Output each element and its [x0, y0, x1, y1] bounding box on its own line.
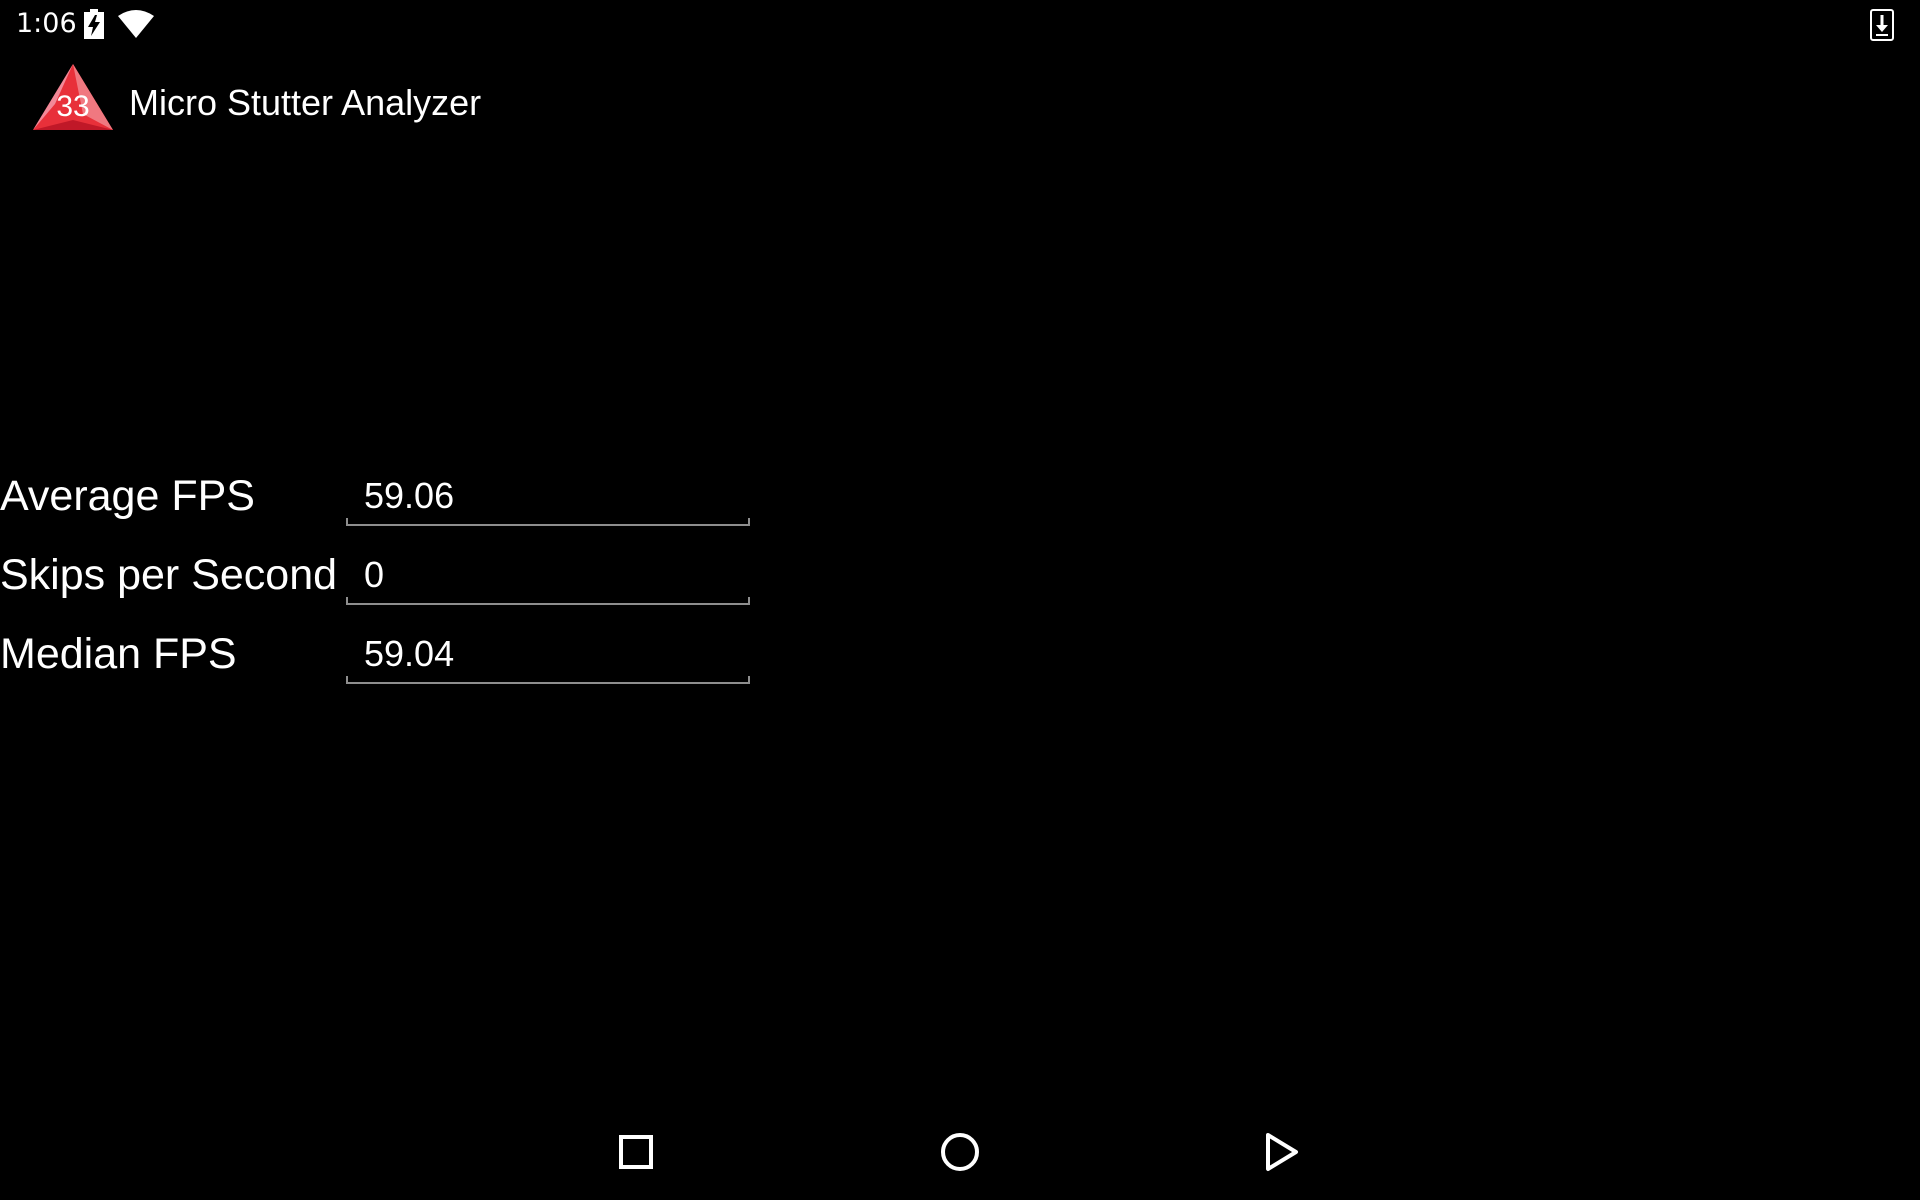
stat-value: 59.04 — [364, 633, 455, 674]
status-bar: 1:06 — [0, 0, 1920, 48]
back-button[interactable] — [1234, 1104, 1330, 1200]
skips-per-second-field[interactable]: 0 — [346, 547, 750, 605]
stat-value: 59.06 — [364, 475, 455, 516]
recents-icon — [619, 1135, 653, 1169]
stat-row-skips-per-second: Skips per Second 0 — [0, 547, 760, 627]
stat-label: Skips per Second — [0, 551, 338, 599]
navigation-bar — [0, 1104, 1920, 1200]
average-fps-field[interactable]: 59.06 — [346, 468, 750, 526]
download-icon — [1870, 9, 1894, 41]
action-bar: 33 Micro Stutter Analyzer — [0, 48, 1920, 160]
home-icon — [941, 1133, 979, 1171]
app-screen: 1:06 33 Micro Stutter Analyzer Average F… — [0, 0, 1920, 1200]
stat-row-average-fps: Average FPS 59.06 — [0, 468, 760, 548]
back-icon — [1266, 1133, 1298, 1171]
stat-label: Average FPS — [0, 472, 255, 520]
stat-value: 0 — [364, 554, 385, 595]
stat-row-median-fps: Median FPS 59.04 — [0, 626, 760, 706]
battery-charging-icon — [84, 9, 104, 39]
home-button[interactable] — [912, 1104, 1008, 1200]
app-logo-badge: 33 — [56, 90, 89, 123]
median-fps-field[interactable]: 59.04 — [346, 626, 750, 684]
recents-button[interactable] — [588, 1104, 684, 1200]
app-logo-icon: 33 — [33, 64, 113, 130]
app-logo[interactable]: 33 — [33, 64, 113, 132]
status-time: 1:06 — [16, 8, 77, 39]
stat-label: Median FPS — [0, 630, 237, 678]
app-title: Micro Stutter Analyzer — [129, 82, 482, 123]
wifi-icon — [118, 10, 154, 38]
